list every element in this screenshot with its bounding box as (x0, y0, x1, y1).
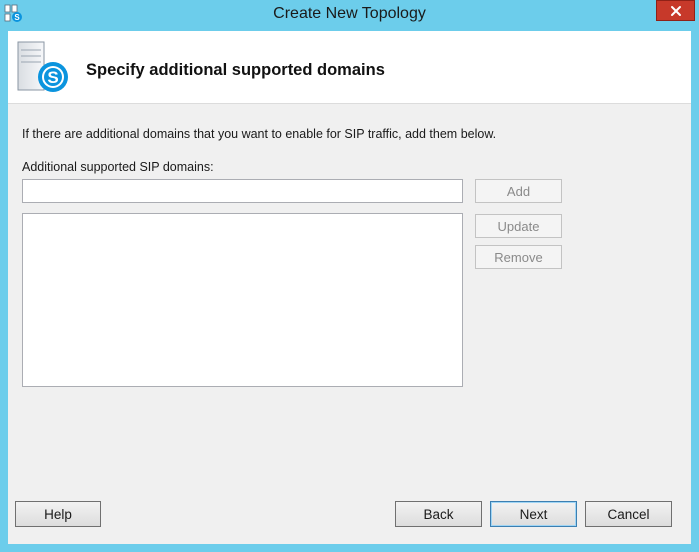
wizard-header: S Specify additional supported domains (8, 31, 691, 104)
help-button[interactable]: Help (15, 501, 101, 527)
update-button[interactable]: Update (475, 214, 562, 238)
sip-domains-list[interactable] (22, 213, 463, 387)
svg-text:S: S (47, 68, 58, 87)
page-title: Specify additional supported domains (86, 61, 385, 79)
window-title: Create New Topology (273, 5, 426, 22)
add-button[interactable]: Add (475, 179, 562, 203)
create-topology-window: S Create New Topology S Specify addition… (0, 0, 699, 552)
next-button[interactable]: Next (490, 501, 577, 527)
sip-domain-input[interactable] (22, 179, 463, 203)
close-button[interactable] (656, 0, 695, 21)
back-button[interactable]: Back (395, 501, 482, 527)
sip-domains-label: Additional supported SIP domains: (22, 160, 214, 174)
remove-button[interactable]: Remove (475, 245, 562, 269)
title-bar[interactable]: S Create New Topology (0, 0, 699, 30)
skype-server-icon: S (11, 40, 71, 96)
dialog-client-area: S Specify additional supported domains I… (8, 31, 691, 544)
description-text: If there are additional domains that you… (22, 127, 497, 141)
close-icon (670, 5, 681, 16)
cancel-button[interactable]: Cancel (585, 501, 672, 527)
